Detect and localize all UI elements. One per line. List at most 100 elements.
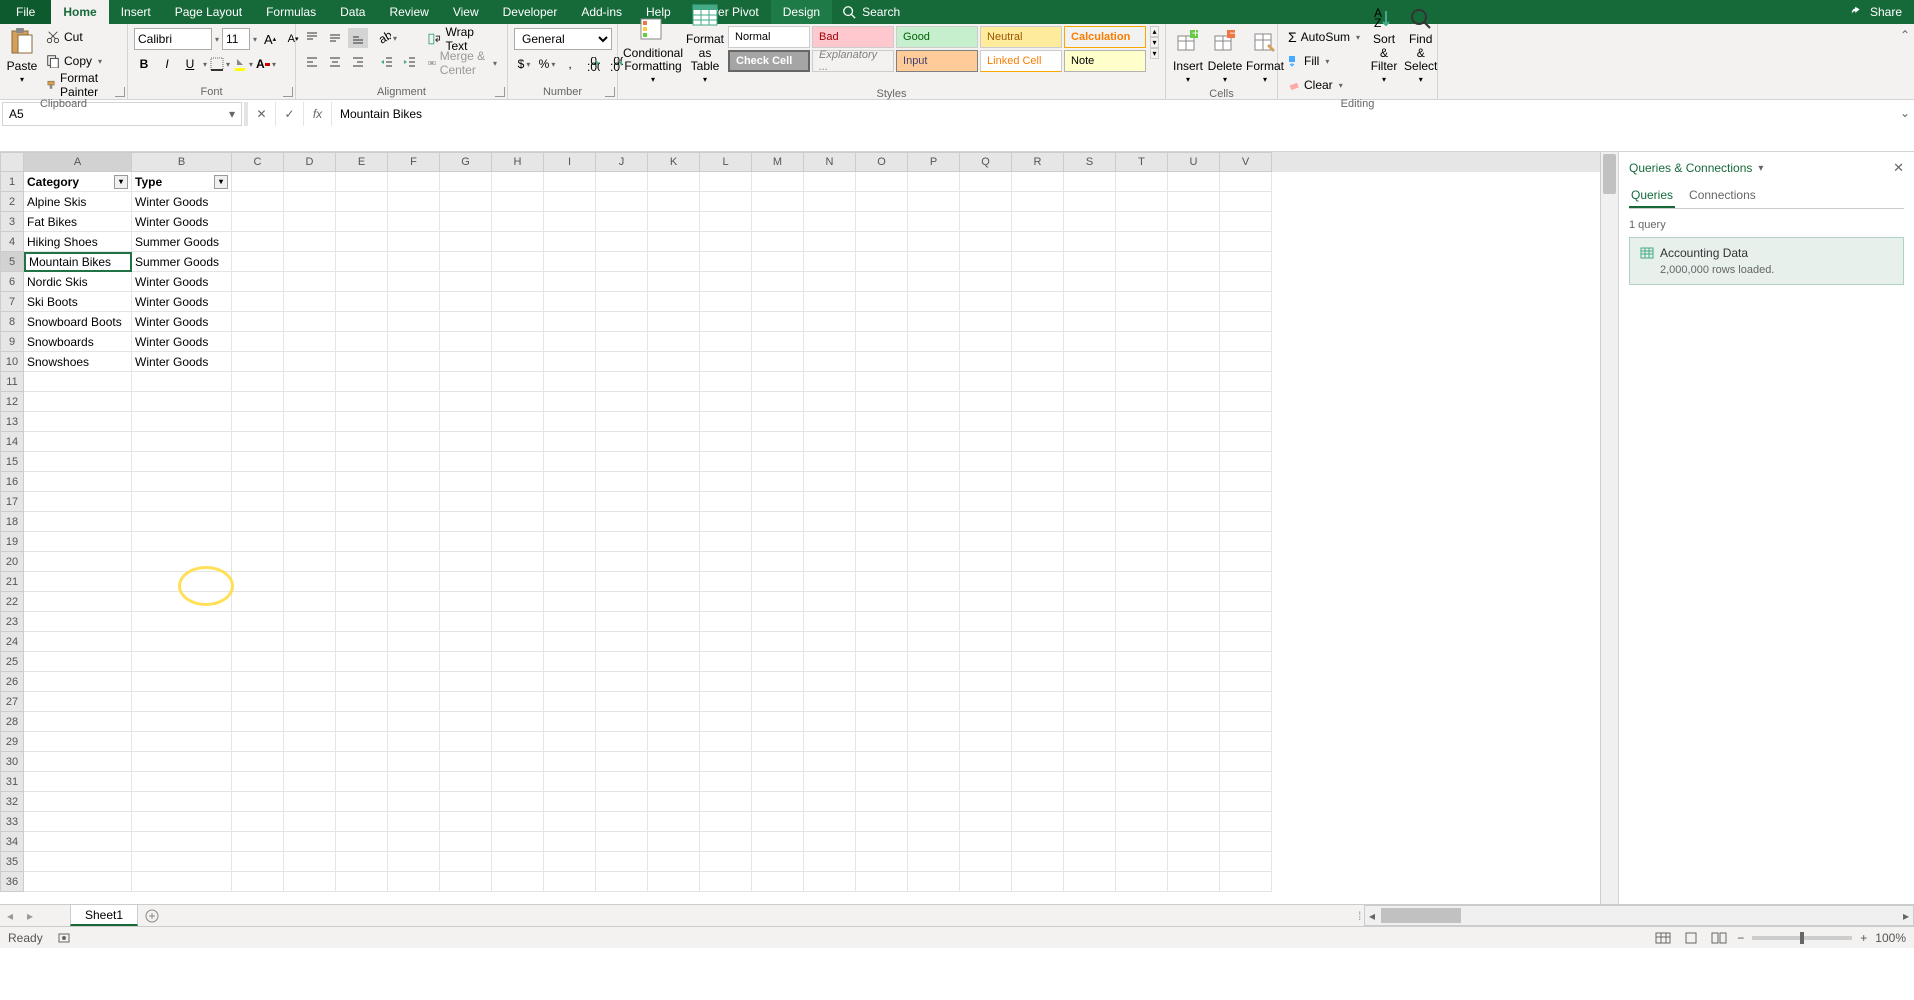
cell-S7[interactable]	[1064, 292, 1116, 312]
cell-F16[interactable]	[388, 472, 440, 492]
cell-J31[interactable]	[596, 772, 648, 792]
cell-T8[interactable]	[1116, 312, 1168, 332]
cell-S8[interactable]	[1064, 312, 1116, 332]
cell-E30[interactable]	[336, 752, 388, 772]
cell-D1[interactable]	[284, 172, 336, 192]
cell-I20[interactable]	[544, 552, 596, 572]
cell-J23[interactable]	[596, 612, 648, 632]
cancel-fx-button[interactable]: ✕	[248, 102, 276, 126]
cell-H1[interactable]	[492, 172, 544, 192]
cell-V20[interactable]	[1220, 552, 1272, 572]
copy-button[interactable]: Copy	[42, 50, 121, 72]
cell-E7[interactable]	[336, 292, 388, 312]
cell-S35[interactable]	[1064, 852, 1116, 872]
cell-H34[interactable]	[492, 832, 544, 852]
cell-V21[interactable]	[1220, 572, 1272, 592]
cell-K5[interactable]	[648, 252, 700, 272]
cell-J29[interactable]	[596, 732, 648, 752]
sort-filter-button[interactable]: AZSort & Filter▾	[1368, 26, 1400, 86]
cell-Q35[interactable]	[960, 852, 1012, 872]
cell-B35[interactable]	[132, 852, 232, 872]
cell-L11[interactable]	[700, 372, 752, 392]
format-as-table-button[interactable]: Format as Table▾	[686, 26, 724, 86]
cell-J15[interactable]	[596, 452, 648, 472]
cell-J14[interactable]	[596, 432, 648, 452]
cell-R35[interactable]	[1012, 852, 1064, 872]
cell-H3[interactable]	[492, 212, 544, 232]
cell-A9[interactable]: Snowboards	[24, 332, 132, 352]
cell-S12[interactable]	[1064, 392, 1116, 412]
cell-V23[interactable]	[1220, 612, 1272, 632]
cell-C12[interactable]	[232, 392, 284, 412]
cell-A8[interactable]: Snowboard Boots	[24, 312, 132, 332]
cell-O32[interactable]	[856, 792, 908, 812]
cell-K12[interactable]	[648, 392, 700, 412]
cell-C32[interactable]	[232, 792, 284, 812]
cell-H13[interactable]	[492, 412, 544, 432]
cell-C35[interactable]	[232, 852, 284, 872]
cell-C13[interactable]	[232, 412, 284, 432]
cell-H33[interactable]	[492, 812, 544, 832]
cell-Q17[interactable]	[960, 492, 1012, 512]
cell-B32[interactable]	[132, 792, 232, 812]
cell-H11[interactable]	[492, 372, 544, 392]
cell-R1[interactable]	[1012, 172, 1064, 192]
cell-C31[interactable]	[232, 772, 284, 792]
zoom-slider[interactable]	[1752, 936, 1852, 940]
cell-V12[interactable]	[1220, 392, 1272, 412]
cell-L30[interactable]	[700, 752, 752, 772]
cell-U13[interactable]	[1168, 412, 1220, 432]
cell-U32[interactable]	[1168, 792, 1220, 812]
cell-H16[interactable]	[492, 472, 544, 492]
view-normal-button[interactable]	[1653, 930, 1673, 946]
cell-F24[interactable]	[388, 632, 440, 652]
row-header-2[interactable]: 2	[0, 192, 24, 212]
cell-S21[interactable]	[1064, 572, 1116, 592]
cell-U12[interactable]	[1168, 392, 1220, 412]
cell-B6[interactable]: Winter Goods	[132, 272, 232, 292]
cell-T33[interactable]	[1116, 812, 1168, 832]
cell-O11[interactable]	[856, 372, 908, 392]
cell-G10[interactable]	[440, 352, 492, 372]
cell-Q10[interactable]	[960, 352, 1012, 372]
cell-K10[interactable]	[648, 352, 700, 372]
cell-M33[interactable]	[752, 812, 804, 832]
cell-G26[interactable]	[440, 672, 492, 692]
col-header-P[interactable]: P	[908, 152, 960, 172]
cell-H28[interactable]	[492, 712, 544, 732]
cell-C5[interactable]	[232, 252, 284, 272]
cell-F2[interactable]	[388, 192, 440, 212]
cell-M25[interactable]	[752, 652, 804, 672]
cell-G23[interactable]	[440, 612, 492, 632]
cell-K6[interactable]	[648, 272, 700, 292]
cell-E27[interactable]	[336, 692, 388, 712]
cell-M28[interactable]	[752, 712, 804, 732]
cell-T18[interactable]	[1116, 512, 1168, 532]
cell-H18[interactable]	[492, 512, 544, 532]
cell-S4[interactable]	[1064, 232, 1116, 252]
cell-E23[interactable]	[336, 612, 388, 632]
cell-Q1[interactable]	[960, 172, 1012, 192]
cell-L20[interactable]	[700, 552, 752, 572]
cell-V6[interactable]	[1220, 272, 1272, 292]
cell-M21[interactable]	[752, 572, 804, 592]
cell-L13[interactable]	[700, 412, 752, 432]
cell-K9[interactable]	[648, 332, 700, 352]
cell-O19[interactable]	[856, 532, 908, 552]
cell-V17[interactable]	[1220, 492, 1272, 512]
cell-D12[interactable]	[284, 392, 336, 412]
row-header-20[interactable]: 20	[0, 552, 24, 572]
cell-M16[interactable]	[752, 472, 804, 492]
panel-dropdown[interactable]: ▾	[1758, 163, 1763, 174]
zoom-out-button[interactable]: −	[1737, 931, 1744, 945]
cell-F34[interactable]	[388, 832, 440, 852]
cell-Q2[interactable]	[960, 192, 1012, 212]
cell-T3[interactable]	[1116, 212, 1168, 232]
cell-F3[interactable]	[388, 212, 440, 232]
cell-L34[interactable]	[700, 832, 752, 852]
cell-C30[interactable]	[232, 752, 284, 772]
col-header-K[interactable]: K	[648, 152, 700, 172]
cell-H21[interactable]	[492, 572, 544, 592]
cell-B1[interactable]: Type▾	[132, 172, 232, 192]
cell-A34[interactable]	[24, 832, 132, 852]
